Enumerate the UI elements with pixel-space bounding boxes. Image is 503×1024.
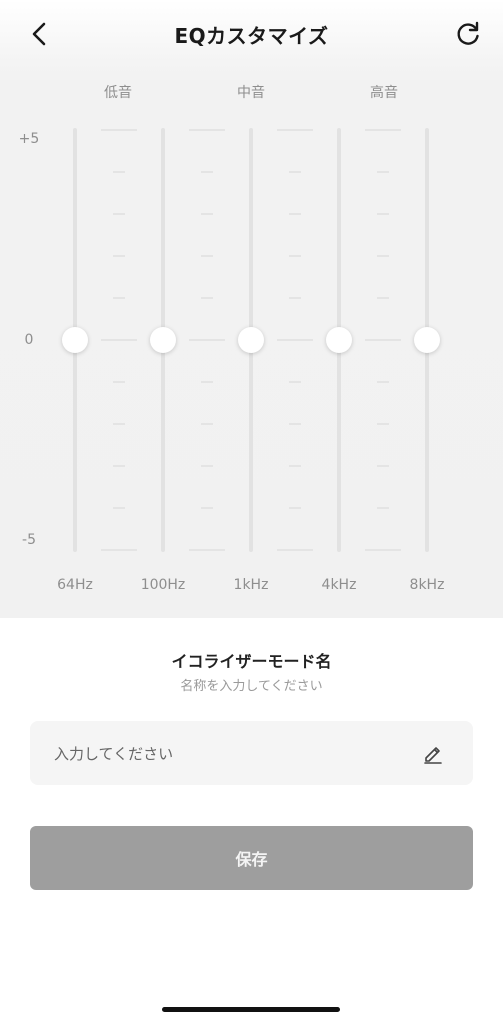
tick-mark <box>377 507 389 509</box>
tick-mark <box>113 213 125 215</box>
tick-mark <box>277 339 313 341</box>
save-button[interactable]: 保存 <box>30 826 473 890</box>
slider-knob-4khz[interactable] <box>326 327 352 353</box>
tick-mark <box>377 171 389 173</box>
tick-mark <box>365 549 401 551</box>
tick-mark <box>289 381 301 383</box>
freq-label-4khz: 4kHz <box>321 577 357 593</box>
tick-mark <box>289 507 301 509</box>
freq-label-8khz: 8kHz <box>409 577 445 593</box>
tick-mark <box>377 465 389 467</box>
tick-mark <box>113 423 125 425</box>
mode-name-field[interactable] <box>30 721 473 787</box>
tick-mark <box>189 129 225 131</box>
slider-knob-8khz[interactable] <box>414 327 440 353</box>
page-title: EQカスタマイズ <box>174 24 329 48</box>
tick-mark <box>365 129 401 131</box>
axis-label-middle: 0 <box>24 332 34 348</box>
tick-mark <box>277 129 313 131</box>
freq-label-1khz: 1kHz <box>233 577 269 593</box>
slider-knob-64hz[interactable] <box>62 327 88 353</box>
tick-mark <box>189 339 225 341</box>
range-label-mid: 中音 <box>237 85 265 101</box>
tick-mark <box>101 339 137 341</box>
tick-mark <box>289 213 301 215</box>
tick-mark <box>289 297 301 299</box>
tick-mark <box>277 549 313 551</box>
tick-mark <box>101 129 137 131</box>
freq-label-64hz: 64Hz <box>57 577 93 593</box>
reset-button[interactable] <box>452 18 484 50</box>
tick-mark <box>365 339 401 341</box>
tick-mark <box>201 465 213 467</box>
tick-mark <box>201 171 213 173</box>
tick-mark <box>289 423 301 425</box>
tick-mark <box>201 255 213 257</box>
tick-mark <box>377 255 389 257</box>
tick-mark <box>289 465 301 467</box>
tick-mark <box>113 381 125 383</box>
tick-mark <box>201 381 213 383</box>
eq-panel: EQカスタマイズ 低音 中音 高音 +5 0 -5 64Hz 100Hz 1kH… <box>0 0 503 618</box>
header-bar: EQカスタマイズ <box>0 0 503 70</box>
range-label-treble: 高音 <box>370 85 398 101</box>
slider-knob-1khz[interactable] <box>238 327 264 353</box>
home-indicator <box>162 1007 340 1012</box>
mode-name-heading: イコライザーモード名 <box>171 652 332 671</box>
axis-label-top: +5 <box>18 131 40 147</box>
tick-mark <box>113 171 125 173</box>
tick-mark <box>113 465 125 467</box>
mode-name-hint: 名称を入力してください <box>180 679 323 694</box>
tick-mark <box>377 381 389 383</box>
freq-label-100hz: 100Hz <box>140 577 186 593</box>
tick-mark <box>113 507 125 509</box>
tick-mark <box>201 423 213 425</box>
tick-mark <box>289 255 301 257</box>
tick-mark <box>189 549 225 551</box>
tick-mark <box>101 549 137 551</box>
tick-mark <box>201 507 213 509</box>
mode-name-input[interactable] <box>52 721 416 787</box>
tick-mark <box>377 213 389 215</box>
pencil-icon[interactable] <box>422 742 444 764</box>
refresh-icon <box>457 21 479 45</box>
tick-mark <box>113 297 125 299</box>
tick-mark <box>289 171 301 173</box>
tick-mark <box>113 255 125 257</box>
tick-mark <box>201 297 213 299</box>
slider-knob-100hz[interactable] <box>150 327 176 353</box>
tick-mark <box>201 213 213 215</box>
range-label-bass: 低音 <box>104 85 132 101</box>
tick-mark <box>377 423 389 425</box>
axis-label-bottom: -5 <box>22 532 36 548</box>
tick-mark <box>377 297 389 299</box>
